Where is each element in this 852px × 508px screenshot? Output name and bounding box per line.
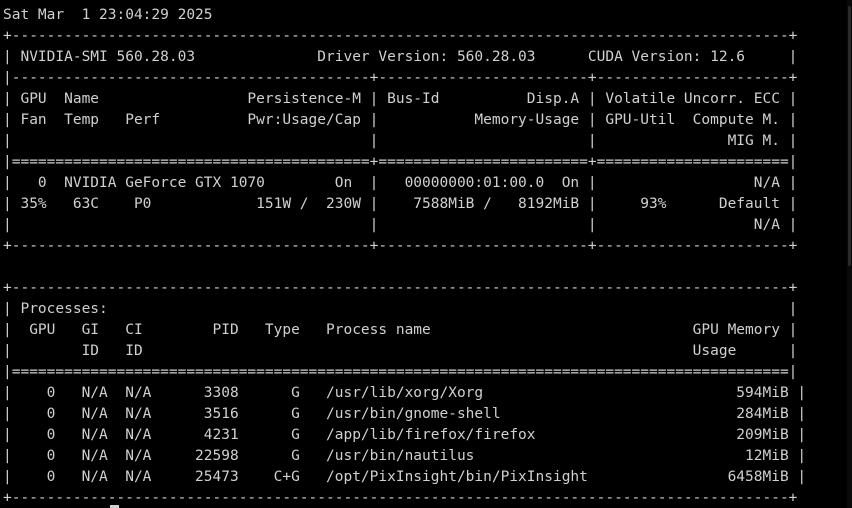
process-row: | 0 N/A N/A 3308 G /usr/lib/xorg/Xorg 59… — [3, 385, 807, 401]
table-border: +---------------------------------------… — [3, 490, 798, 506]
gpu-row: | 35% 63C P0 151W / 230W | 7588MiB / 819… — [3, 196, 798, 212]
table-divider: |---------------------------------------… — [3, 70, 798, 86]
process-column-header: | ID ID Usage | — [3, 343, 798, 359]
gpu-column-header: | | | MIG M. | — [3, 133, 798, 149]
process-row: | 0 N/A N/A 3516 G /usr/bin/gnome-shell … — [3, 406, 807, 422]
processes-title: | Processes: | — [3, 301, 798, 317]
terminal-window[interactable]: Sat Mar 1 23:04:29 2025 +---------------… — [0, 0, 852, 508]
gpu-row: | 0 NVIDIA GeForce GTX 1070 On | 0000000… — [3, 175, 798, 191]
timestamp-line: Sat Mar 1 23:04:29 2025 — [3, 7, 213, 23]
table-divider: |=======================================… — [3, 154, 798, 170]
process-row: | 0 N/A N/A 4231 G /app/lib/firefox/fire… — [3, 427, 807, 443]
scrollbar-thumb[interactable] — [848, 6, 851, 266]
table-divider: |=======================================… — [3, 364, 798, 380]
version-header: | NVIDIA-SMI 560.28.03 Driver Version: 5… — [3, 49, 798, 65]
gpu-column-header: | GPU Name Persistence-M | Bus-Id Disp.A… — [3, 91, 798, 107]
table-border: +---------------------------------------… — [3, 28, 798, 44]
process-column-header: | GPU GI CI PID Type Process name GPU Me… — [3, 322, 798, 338]
gpu-column-header: | Fan Temp Perf Pwr:Usage/Cap | Memory-U… — [3, 112, 798, 128]
gpu-row: | | | N/A | — [3, 217, 798, 233]
scrollbar[interactable] — [847, 0, 852, 508]
table-border: +---------------------------------------… — [3, 280, 798, 296]
table-border: +---------------------------------------… — [3, 238, 798, 254]
process-row: | 0 N/A N/A 25473 C+G /opt/PixInsight/bi… — [3, 469, 807, 485]
process-row: | 0 N/A N/A 22598 G /usr/bin/nautilus 12… — [3, 448, 807, 464]
